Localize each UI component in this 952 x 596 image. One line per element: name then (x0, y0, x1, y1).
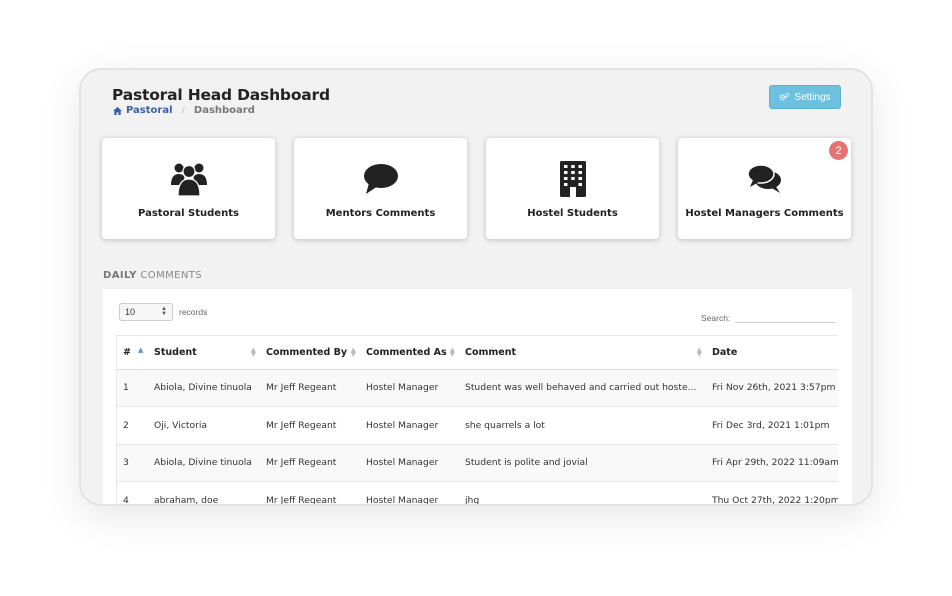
users-icon (170, 160, 208, 198)
column-header-number[interactable]: # ▲ (117, 336, 148, 370)
settings-button[interactable]: Settings (769, 85, 841, 109)
sort-icon: ▲ ▼ (350, 346, 356, 358)
cell-commented-as: Hostel Manager (360, 481, 459, 504)
sort-icon: ▲ ▼ (449, 346, 455, 358)
page-title: Pastoral Head Dashboard (112, 86, 330, 104)
sort-icon: ▲ ▼ (250, 346, 256, 358)
cell-student: abraham, doe (148, 481, 260, 504)
table-row[interactable]: 4 abraham, doe Mr Jeff Regeant Hostel Ma… (117, 481, 838, 504)
page-length-value: 10 (125, 307, 136, 317)
breadcrumb-separator: / (181, 105, 185, 116)
card-label: Pastoral Students (138, 208, 239, 219)
cell-comment: Student is polite and jovial (459, 444, 706, 482)
column-header-label: Comment (465, 346, 517, 358)
hostel-managers-comments-card[interactable]: 2 Hostel Managers Comments (678, 138, 851, 239)
table-row[interactable]: 1 Abiola, Divine tinuola Mr Jeff Regeant… (117, 369, 838, 407)
cell-commented-by: Mr Jeff Regeant (260, 444, 360, 482)
page-length-select[interactable]: 10 ▲ ▼ (119, 303, 173, 321)
column-header-label: Date (712, 346, 738, 358)
sort-asc-icon: ▲ (138, 346, 144, 354)
breadcrumb-home-label: Pastoral (126, 105, 173, 116)
gears-icon (779, 92, 791, 101)
breadcrumb: Pastoral / Dashboard (113, 105, 255, 116)
table-row[interactable]: 3 Abiola, Divine tinuola Mr Jeff Regeant… (117, 444, 838, 482)
hostel-students-card[interactable]: Hostel Students (486, 138, 659, 239)
column-header-date[interactable]: Date (706, 336, 838, 370)
column-header-label: Student (154, 346, 197, 358)
comments-icon (746, 160, 783, 198)
card-label: Mentors Comments (325, 208, 436, 219)
home-icon (113, 106, 122, 115)
column-header-label: Commented As (366, 346, 447, 358)
cell-date: Fri Nov 26th, 2021 3:57pm (706, 369, 838, 407)
column-header-commented-as[interactable]: Commented As ▲ ▼ (360, 336, 459, 370)
column-header-label: Commented By (266, 346, 348, 358)
search-label: Search: (701, 313, 731, 323)
cell-commented-by: Mr Jeff Regeant (260, 481, 360, 504)
comments-table-wrapper: # ▲ Student ▲ ▼ Commented By ▲ ▼ Commented As… (116, 335, 838, 504)
cell-number: 3 (117, 444, 148, 482)
cell-comment: she quarrels a lot (459, 406, 706, 445)
column-header-commented-by[interactable]: Commented By ▲ ▼ (260, 336, 360, 370)
cell-commented-as: Hostel Manager (360, 406, 459, 445)
dashboard-window: Pastoral Head Dashboard Pastoral / Dashb… (79, 68, 873, 506)
section-title-rest: COMMENTS (140, 270, 202, 281)
column-header-comment[interactable]: Comment ▲ ▼ (459, 336, 706, 370)
mentors-comments-card[interactable]: Mentors Comments (294, 138, 467, 239)
cell-commented-as: Hostel Manager (360, 444, 459, 482)
cell-student: Oji, Victoria (148, 406, 260, 445)
section-title: DAILY COMMENTS (103, 270, 202, 281)
page-length-control: 10 ▲ ▼ records (119, 303, 207, 321)
comment-icon (363, 160, 399, 198)
select-arrows-icon: ▲ ▼ (161, 306, 167, 317)
building-icon (559, 160, 587, 198)
records-label: records (179, 307, 208, 317)
search-control: Search: (701, 307, 836, 323)
card-label: Hostel Managers Comments (685, 208, 844, 219)
cell-student: Abiola, Divine tinuola (148, 369, 260, 407)
cell-comment: Student was well behaved and carried out… (459, 369, 706, 407)
notification-badge: 2 (829, 141, 848, 160)
settings-button-label: Settings (794, 91, 831, 103)
comments-table: # ▲ Student ▲ ▼ Commented By ▲ ▼ Commented As… (117, 336, 838, 504)
daily-comments-panel: 10 ▲ ▼ records Search: # ▲ Student ▲ ▼ Comme… (103, 289, 852, 504)
cell-commented-by: Mr Jeff Regeant (260, 369, 360, 407)
cell-commented-by: Mr Jeff Regeant (260, 406, 360, 445)
pastoral-students-card[interactable]: Pastoral Students (102, 138, 275, 239)
column-header-label: # (123, 346, 131, 358)
cell-student: Abiola, Divine tinuola (148, 444, 260, 482)
cell-date: Fri Dec 3rd, 2021 1:01pm (706, 406, 838, 445)
section-title-bold: DAILY (103, 270, 137, 281)
column-header-student[interactable]: Student ▲ ▼ (148, 336, 260, 370)
card-label: Hostel Students (527, 208, 618, 219)
cell-commented-as: Hostel Manager (360, 369, 459, 407)
table-header-row: # ▲ Student ▲ ▼ Commented By ▲ ▼ Commented As… (117, 336, 838, 370)
cell-date: Fri Apr 29th, 2022 11:09am (706, 444, 838, 482)
table-row[interactable]: 2 Oji, Victoria Mr Jeff Regeant Hostel M… (117, 406, 838, 445)
search-input[interactable] (735, 307, 836, 323)
breadcrumb-current: Dashboard (193, 105, 255, 116)
cell-number: 4 (117, 481, 148, 504)
cell-number: 2 (117, 406, 148, 445)
cell-number: 1 (117, 369, 148, 407)
cell-date: Thu Oct 27th, 2022 1:20pm (706, 481, 838, 504)
sort-icon: ▲ ▼ (696, 346, 702, 358)
cell-comment: jhg (459, 481, 706, 504)
breadcrumb-home-link[interactable]: Pastoral (113, 105, 173, 116)
